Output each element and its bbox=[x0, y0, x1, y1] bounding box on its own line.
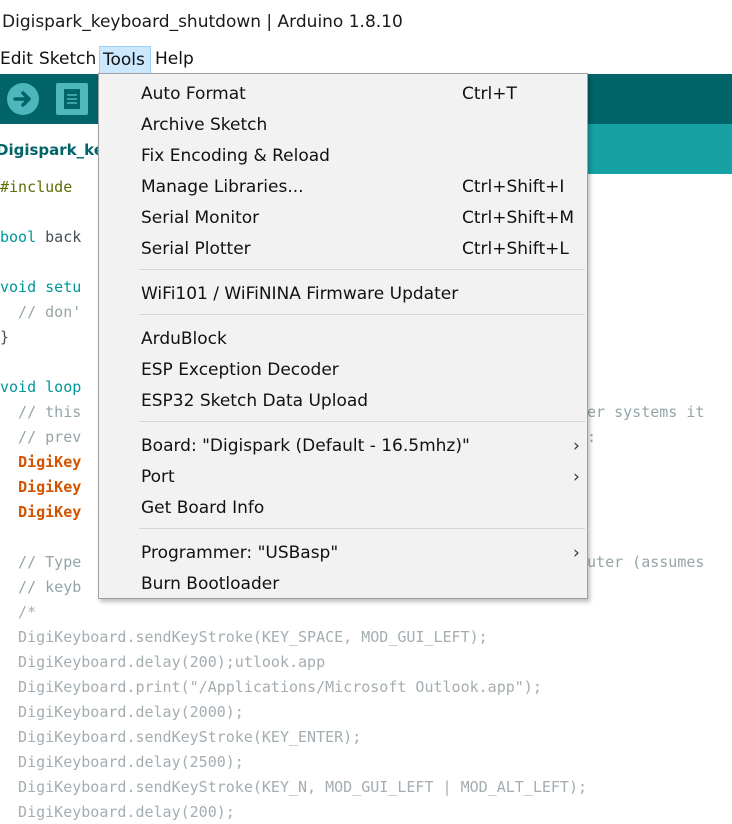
code-line-tail: der systems it bbox=[578, 403, 705, 421]
chevron-right-icon: › bbox=[573, 543, 580, 563]
title-bar: Digispark_keyboard_shutdown | Arduino 1.… bbox=[0, 0, 732, 46]
tab-sketch[interactable]: Digispark_keyboard_shutdown bbox=[0, 124, 254, 174]
menu-item-serial-monitor[interactable]: Serial Monitor bbox=[141, 204, 259, 232]
shortcut-label: Ctrl+Shift+M bbox=[462, 208, 575, 228]
code-token: void bbox=[0, 278, 37, 296]
menu-edit[interactable]: Edit bbox=[0, 46, 34, 73]
menu-item-esp-exception-decoder[interactable]: ESP Exception Decoder bbox=[141, 356, 339, 384]
code-token: DigiKeyboard.sendKeyStroke(KEY_SPACE, MO… bbox=[0, 628, 488, 646]
shortcut-label: Ctrl+Shift+I bbox=[462, 177, 565, 197]
code-line: DigiKey bbox=[0, 475, 81, 500]
code-line: DigiKey bbox=[0, 450, 81, 475]
code-line: DigiKeyboard.print("/Applications/Micros… bbox=[0, 675, 542, 700]
code-token: loop bbox=[36, 378, 82, 396]
code-token: } bbox=[0, 328, 10, 346]
code-line: void loop bbox=[0, 375, 81, 400]
code-token: DigiKeyboard.sendKeyStroke(KEY_N, MOD_GU… bbox=[0, 778, 587, 796]
upload-button[interactable] bbox=[7, 83, 39, 115]
code-line: bool back bbox=[0, 225, 81, 250]
code-line: // prev bbox=[0, 425, 81, 450]
code-token: // this bbox=[0, 403, 82, 421]
code-token: void bbox=[0, 378, 37, 396]
code-line: DigiKeyboard.sendKeyStroke(KEY_SPACE, MO… bbox=[0, 625, 488, 650]
code-line: // keyb bbox=[0, 575, 81, 600]
code-token: DigiKeyboard.print("/Applications/Micros… bbox=[0, 678, 542, 696]
code-line: DigiKeyboard.delay(200);utlook.app bbox=[0, 650, 325, 675]
code-token: bool bbox=[0, 228, 37, 246]
code-line: // this bbox=[0, 400, 81, 425]
tools-menu-dropdown: Auto Format Ctrl+T Archive Sketch Fix Encod… bbox=[98, 73, 588, 599]
code-line: DigiKeyboard.delay(2500); bbox=[0, 750, 244, 775]
code-line: DigiKey bbox=[0, 500, 81, 525]
window-title: Digispark_keyboard_shutdown | Arduino 1.… bbox=[2, 12, 403, 32]
code-token: // prev bbox=[0, 428, 82, 446]
code-token: DigiKeyboard.delay(2500); bbox=[0, 753, 244, 771]
code-token: // don' bbox=[0, 303, 82, 321]
code-token: /* bbox=[0, 603, 37, 621]
menu-separator bbox=[139, 421, 585, 422]
menu-item-port[interactable]: Port bbox=[141, 463, 175, 491]
menu-item-auto-format[interactable]: Auto Format bbox=[141, 80, 246, 108]
code-line: // Type bbox=[0, 550, 81, 575]
menu-item-manage-libraries[interactable]: Manage Libraries... bbox=[141, 173, 304, 201]
code-line: } bbox=[0, 325, 9, 350]
menu-item-wifi101-wifinina-firmware-updater[interactable]: WiFi101 / WiFiNINA Firmware Updater bbox=[141, 280, 458, 308]
menu-separator bbox=[139, 528, 585, 529]
code-token: DigiKey bbox=[18, 503, 82, 521]
menu-item-programmer-usbasp[interactable]: Programmer: "USBasp" bbox=[141, 539, 338, 567]
chevron-right-icon: › bbox=[573, 467, 580, 487]
code-token: back bbox=[36, 228, 82, 246]
upload-icon bbox=[13, 91, 31, 107]
code-token: #include bbox=[0, 178, 73, 196]
code-token: DigiKeyboard.sendKeyStroke(KEY_ENTER); bbox=[0, 728, 362, 746]
code-token: setu bbox=[36, 278, 82, 296]
code-token: DigiKey bbox=[18, 453, 82, 471]
code-token: DigiKeyboard.delay(2000); bbox=[0, 703, 244, 721]
menu-sketch[interactable]: Sketch bbox=[39, 46, 97, 73]
code-line: void setu bbox=[0, 275, 81, 300]
menu-item-burn-bootloader[interactable]: Burn Bootloader bbox=[141, 570, 279, 598]
menu-item-serial-plotter[interactable]: Serial Plotter bbox=[141, 235, 251, 263]
menu-item-esp32-sketch-data-upload[interactable]: ESP32 Sketch Data Upload bbox=[141, 387, 368, 415]
code-token: // Type bbox=[0, 553, 82, 571]
code-line: #include bbox=[0, 175, 72, 200]
menu-item-fix-encoding-reload[interactable]: Fix Encoding & Reload bbox=[141, 142, 330, 170]
new-icon bbox=[64, 89, 80, 109]
code-token: DigiKeyboard.delay(200); bbox=[0, 803, 235, 821]
menu-item-board-digispark-default-16-5mhz[interactable]: Board: "Digispark (Default - 16.5mhz)" bbox=[141, 432, 470, 460]
code-line: /* bbox=[0, 600, 36, 625]
shortcut-label: Ctrl+T bbox=[462, 84, 517, 104]
code-token: DigiKey bbox=[18, 478, 82, 496]
menu-item-get-board-info[interactable]: Get Board Info bbox=[141, 494, 264, 522]
menu-tools[interactable]: Tools bbox=[99, 46, 151, 74]
code-line: DigiKeyboard.delay(200); bbox=[0, 800, 235, 824]
code-line: DigiKeyboard.sendKeyStroke(KEY_N, MOD_GU… bbox=[0, 775, 587, 800]
code-line-tail: puter (assumes bbox=[578, 553, 705, 571]
code-token: // keyb bbox=[0, 578, 82, 596]
shortcut-label: Ctrl+Shift+L bbox=[462, 239, 569, 259]
menu-help[interactable]: Help bbox=[155, 46, 195, 73]
chevron-right-icon: › bbox=[573, 436, 580, 456]
code-line: DigiKeyboard.sendKeyStroke(KEY_ENTER); bbox=[0, 725, 361, 750]
menu-separator bbox=[139, 314, 585, 315]
code-line: DigiKeyboard.delay(2000); bbox=[0, 700, 244, 725]
menu-separator bbox=[139, 269, 585, 270]
menu-bar: Edit Sketch Tools Help bbox=[0, 46, 732, 74]
new-button[interactable] bbox=[56, 83, 88, 115]
code-line: // don' bbox=[0, 300, 81, 325]
menu-item-ardublock[interactable]: ArduBlock bbox=[141, 325, 227, 353]
code-token: DigiKeyboard.delay(200);utlook.app bbox=[0, 653, 326, 671]
menu-item-archive-sketch[interactable]: Archive Sketch bbox=[141, 111, 267, 139]
